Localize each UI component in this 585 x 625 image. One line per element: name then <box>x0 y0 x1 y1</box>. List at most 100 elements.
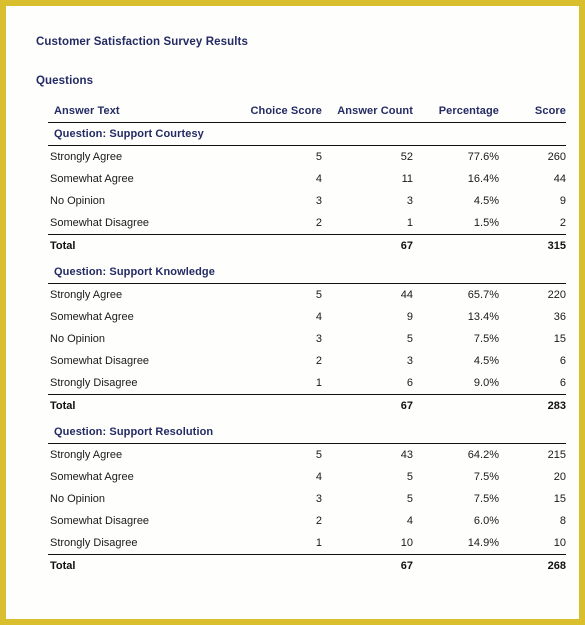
cell-answer_text: Strongly Agree <box>50 151 123 163</box>
total-cell-label: Total <box>48 394 234 417</box>
total-cell-score: 315 <box>499 234 566 257</box>
cell-choice_score: 5 <box>315 151 322 163</box>
table-row: No Opinion 3 5 7.5% 15 <box>48 488 566 510</box>
survey-results-table: Answer Text Choice Score Answer Count Pe… <box>48 105 566 577</box>
cell-answer_text: Strongly Agree <box>50 289 123 301</box>
cell-answer_count: 5 <box>406 333 413 345</box>
cell-percentage: 14.9% <box>467 537 499 549</box>
total-cell-answer_count: 67 <box>322 554 413 577</box>
cell-score: 6 <box>559 377 566 389</box>
document-page: Customer Satisfaction Survey Results Que… <box>6 6 579 619</box>
total-cell-percentage <box>413 554 499 577</box>
cell-answer_text: Somewhat Agree <box>50 173 134 185</box>
total-row: Total 67 268 <box>48 554 566 577</box>
cell-answer_text: No Opinion <box>50 493 106 505</box>
cell-choice_score: 3 <box>315 333 322 345</box>
table-row: Somewhat Agree 4 9 13.4% 36 <box>48 306 566 328</box>
cell-percentage: 9.0% <box>473 377 499 389</box>
table-row: Strongly Disagree 1 6 9.0% 6 <box>48 372 566 395</box>
table-row: Somewhat Agree 4 5 7.5% 20 <box>48 466 566 488</box>
column-header-percentage: Percentage <box>413 105 499 123</box>
table-row: Strongly Disagree 1 10 14.9% 10 <box>48 532 566 555</box>
cell-score: 215 <box>547 449 566 461</box>
cell-answer_count: 3 <box>406 355 413 367</box>
cell-score: 2 <box>559 217 566 229</box>
cell-percentage: 13.4% <box>467 311 499 323</box>
total-cell-label: Total <box>48 554 234 577</box>
cell-answer_count: 52 <box>400 151 413 163</box>
cell-percentage: 77.6% <box>467 151 499 163</box>
cell-answer_text: No Opinion <box>50 195 106 207</box>
column-header-score: Score <box>499 105 566 123</box>
total-cell-choice_score <box>234 234 322 257</box>
cell-answer_count: 6 <box>406 377 413 389</box>
cell-score: 15 <box>553 493 566 505</box>
total-cell-label: Total <box>48 234 234 257</box>
cell-score: 8 <box>559 515 566 527</box>
table-header-row: Answer Text Choice Score Answer Count Pe… <box>48 105 566 123</box>
table-row: Somewhat Agree 4 11 16.4% 44 <box>48 168 566 190</box>
column-header-answer-text: Answer Text <box>48 105 234 123</box>
cell-score: 260 <box>547 151 566 163</box>
total-row: Total 67 283 <box>48 394 566 417</box>
table-row: Strongly Agree 5 52 77.6% 260 <box>48 146 566 169</box>
cell-answer_text: Somewhat Agree <box>50 311 134 323</box>
cell-answer_text: No Opinion <box>50 333 106 345</box>
question-heading-row: Question: Support Knowledge <box>48 257 566 284</box>
cell-score: 220 <box>547 289 566 301</box>
cell-percentage: 65.7% <box>467 289 499 301</box>
cell-score: 20 <box>553 471 566 483</box>
cell-percentage: 16.4% <box>467 173 499 185</box>
cell-answer_count: 44 <box>400 289 413 301</box>
table-header: Answer Text Choice Score Answer Count Pe… <box>48 105 566 123</box>
total-cell-score: 283 <box>499 394 566 417</box>
cell-choice_score: 1 <box>315 537 322 549</box>
cell-choice_score: 5 <box>315 449 322 461</box>
cell-choice_score: 3 <box>315 493 322 505</box>
cell-percentage: 7.5% <box>473 333 499 345</box>
cell-score: 44 <box>553 173 566 185</box>
cell-answer_count: 5 <box>406 493 413 505</box>
cell-choice_score: 5 <box>315 289 322 301</box>
cell-score: 10 <box>553 537 566 549</box>
table-row: Somewhat Disagree 2 4 6.0% 8 <box>48 510 566 532</box>
question-heading-row: Question: Support Courtesy <box>48 122 566 146</box>
column-header-answer-count: Answer Count <box>322 105 413 123</box>
cell-percentage: 4.5% <box>473 355 499 367</box>
question-heading: Question: Support Courtesy <box>48 122 566 146</box>
total-row: Total 67 315 <box>48 234 566 257</box>
document-body: Customer Satisfaction Survey Results Que… <box>6 6 579 577</box>
cell-score: 6 <box>559 355 566 367</box>
table-body: Question: Support Courtesy Strongly Agree… <box>48 122 566 577</box>
cell-answer_count: 10 <box>400 537 413 549</box>
cell-choice_score: 4 <box>315 471 322 483</box>
cell-choice_score: 4 <box>315 311 322 323</box>
cell-answer_count: 9 <box>406 311 413 323</box>
cell-answer_count: 1 <box>406 217 413 229</box>
cell-score: 36 <box>553 311 566 323</box>
table-row: No Opinion 3 3 4.5% 9 <box>48 190 566 212</box>
cell-choice_score: 1 <box>315 377 322 389</box>
total-cell-percentage <box>413 394 499 417</box>
cell-percentage: 64.2% <box>467 449 499 461</box>
total-cell-choice_score <box>234 554 322 577</box>
table-row: Somewhat Disagree 2 3 4.5% 6 <box>48 350 566 372</box>
cell-answer_count: 11 <box>401 173 413 185</box>
table-row: Strongly Agree 5 44 65.7% 220 <box>48 284 566 307</box>
section-heading-questions: Questions <box>36 75 94 87</box>
table-row: No Opinion 3 5 7.5% 15 <box>48 328 566 350</box>
cell-answer_text: Strongly Agree <box>50 449 123 461</box>
cell-percentage: 4.5% <box>473 195 499 207</box>
cell-choice_score: 3 <box>315 195 322 207</box>
cell-percentage: 6.0% <box>473 515 499 527</box>
cell-choice_score: 4 <box>315 173 322 185</box>
cell-answer_count: 4 <box>406 515 413 527</box>
total-cell-score: 268 <box>499 554 566 577</box>
cell-score: 15 <box>553 333 566 345</box>
cell-choice_score: 2 <box>315 355 322 367</box>
total-cell-answer_count: 67 <box>322 394 413 417</box>
table-row: Strongly Agree 5 43 64.2% 215 <box>48 444 566 467</box>
question-heading: Question: Support Knowledge <box>48 257 566 284</box>
cell-percentage: 7.5% <box>473 471 499 483</box>
page-title: Customer Satisfaction Survey Results <box>36 36 248 48</box>
